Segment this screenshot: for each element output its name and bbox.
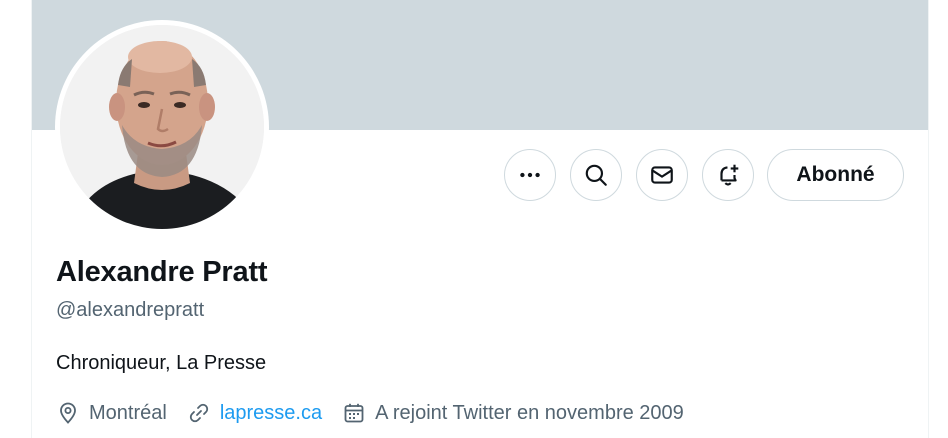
profile-meta: Montréal lapresse.ca A rejoint Twitter e… [56,400,704,426]
message-button[interactable] [636,149,688,201]
search-icon [585,164,607,186]
website-item: lapresse.ca [187,401,322,425]
notification-bell-plus-icon [720,164,739,186]
website-link[interactable]: lapresse.ca [220,402,322,425]
column-border-right [928,0,929,438]
joined-item: A rejoint Twitter en novembre 2009 [342,401,684,425]
mail-icon [651,166,673,184]
location-pin-icon [60,402,76,424]
link-icon [189,403,208,423]
avatar[interactable] [60,25,264,229]
location-text: Montréal [89,401,167,424]
more-icon [520,172,540,178]
location-item: Montréal [56,401,167,425]
more-button[interactable] [504,149,556,201]
following-button[interactable]: Abonné [767,149,904,201]
following-button-label: Abonné [796,163,875,186]
calendar-icon [344,403,364,423]
joined-text: A rejoint Twitter en novembre 2009 [375,401,684,424]
search-button[interactable] [570,149,622,201]
profile-handle: @alexandrepratt [56,299,205,321]
profile-bio: Chroniqueur, La Presse [56,352,267,374]
notifications-button[interactable] [702,149,754,201]
profile-name: Alexandre Pratt [56,256,268,288]
